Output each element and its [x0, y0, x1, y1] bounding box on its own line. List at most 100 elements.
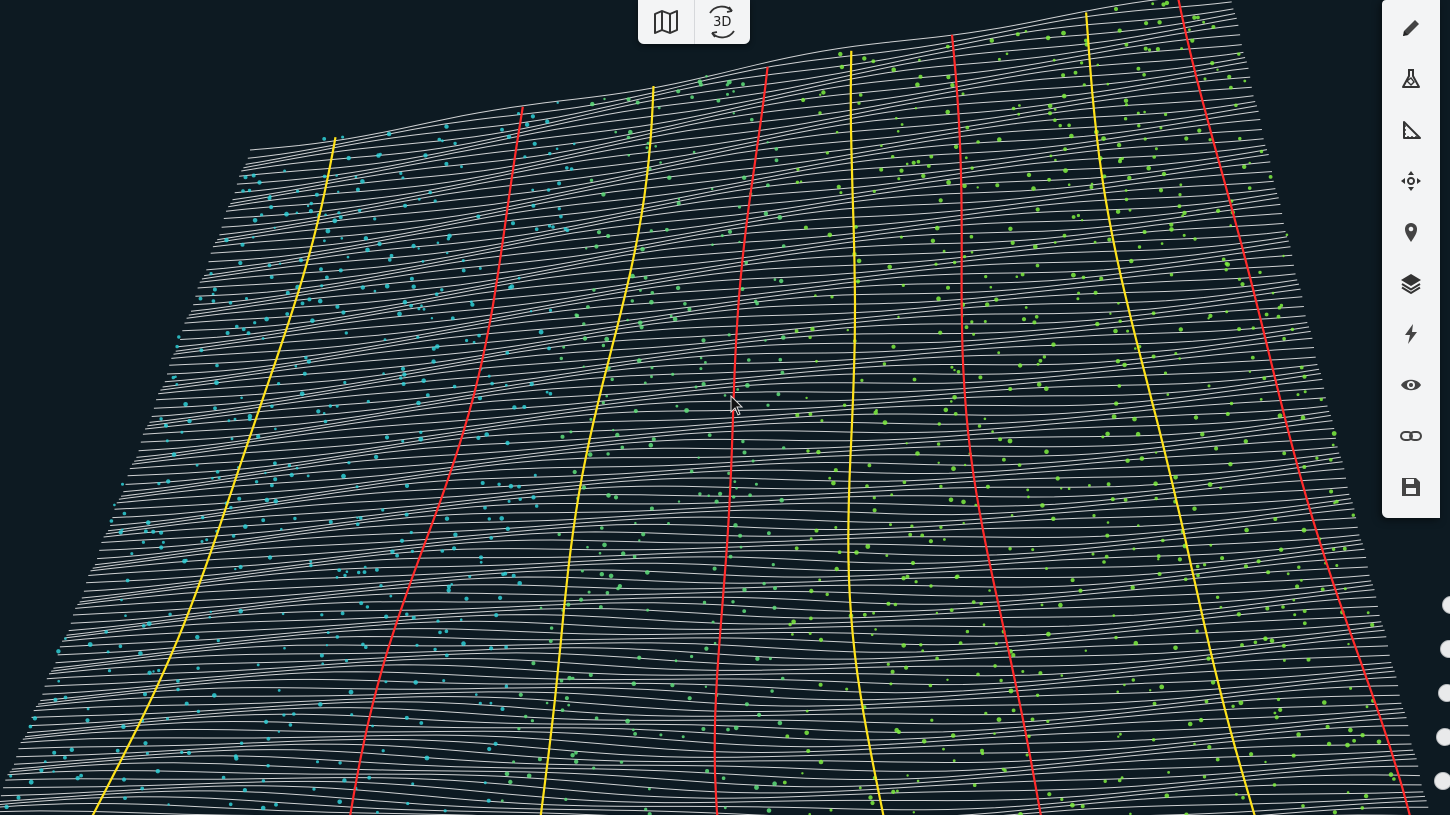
lidar-point: [1051, 342, 1056, 347]
lidar-point: [1243, 564, 1249, 569]
lidar-point: [781, 244, 786, 248]
lidar-point: [698, 492, 702, 496]
lidar-point: [373, 289, 377, 293]
marker-tool-button[interactable]: [1382, 206, 1440, 257]
lidar-point: [1134, 347, 1137, 350]
lidar-point: [401, 439, 405, 443]
lidar-point: [159, 530, 164, 535]
lidar-point: [402, 372, 407, 377]
lidar-point: [548, 151, 552, 156]
lidar-point: [1157, 20, 1162, 25]
lidar-point: [1268, 175, 1273, 179]
lidar-point: [211, 476, 214, 480]
lidar-point: [890, 669, 895, 674]
lidar-point: [1151, 738, 1156, 742]
lidar-point: [1017, 463, 1022, 467]
draw-tool-button[interactable]: [1382, 2, 1440, 53]
lidar-point: [201, 515, 205, 520]
lidar-point: [227, 419, 231, 423]
pan-tool-button[interactable]: [1382, 155, 1440, 206]
lidar-point: [306, 474, 310, 478]
lidar-point: [195, 463, 199, 467]
lidar-point: [417, 197, 421, 201]
lidar-point: [1080, 804, 1085, 809]
lidar-point: [164, 423, 167, 427]
lidar-point: [512, 760, 516, 764]
lidar-point: [1053, 108, 1057, 111]
lidar-point: [381, 749, 385, 753]
measure-tool-button[interactable]: [1382, 104, 1440, 155]
lidar-point: [64, 637, 67, 640]
lidar-point: [317, 298, 323, 304]
lidar-point: [1206, 656, 1211, 661]
3d-view-button[interactable]: 3D: [693, 0, 751, 44]
lidar-point: [337, 190, 340, 193]
lidar-point: [1331, 443, 1335, 447]
lidar-point: [1070, 578, 1075, 583]
lidar-point: [739, 545, 743, 549]
lidar-point: [273, 477, 278, 482]
contour-point-cloud-scene[interactable]: [0, 0, 1450, 815]
lidar-point: [233, 417, 237, 421]
lidar-point: [453, 141, 457, 146]
save-tool-button[interactable]: [1382, 461, 1440, 512]
lidar-point: [283, 169, 286, 173]
visibility-tool-button[interactable]: [1382, 359, 1440, 410]
lidar-point: [676, 89, 681, 94]
lidar-point: [212, 693, 217, 698]
lidar-point: [323, 419, 328, 424]
lidar-point: [928, 683, 933, 688]
lidar-point: [985, 302, 990, 307]
lidar-point: [1061, 30, 1066, 36]
lidar-point: [518, 497, 522, 501]
lidar-point: [328, 520, 333, 524]
action-tool-button[interactable]: [1382, 308, 1440, 359]
lidar-point: [231, 534, 236, 538]
lidar-point: [779, 278, 784, 284]
lidar-point: [1055, 476, 1060, 481]
map-view-button[interactable]: [638, 0, 694, 44]
lidar-point: [501, 572, 505, 577]
lidar-point: [1259, 149, 1264, 154]
lidar-point: [569, 430, 573, 434]
lidar-point: [309, 201, 313, 206]
3d-contour-viewport[interactable]: 3D: [0, 0, 1450, 815]
lidar-point: [560, 434, 565, 439]
lidar-point: [1195, 629, 1199, 633]
lidar-point: [399, 171, 403, 175]
layers-tool-button[interactable]: [1382, 257, 1440, 308]
lidar-point: [1117, 384, 1122, 388]
lidar-point: [1221, 257, 1226, 262]
lidar-point: [551, 225, 555, 229]
lidar-point: [479, 560, 483, 564]
pencil-icon: [1403, 19, 1419, 36]
lidar-point: [565, 166, 569, 170]
lidar-point: [701, 338, 706, 343]
lidar-point: [1047, 177, 1051, 182]
lidar-point: [650, 366, 654, 370]
lidar-point: [659, 733, 663, 737]
lidar-point: [862, 56, 867, 61]
lidar-point: [280, 527, 283, 531]
lidar-point: [1136, 66, 1141, 71]
lidar-point: [1299, 365, 1304, 370]
lidar-point: [606, 493, 611, 498]
lidar-point: [362, 570, 367, 574]
lidar-point: [919, 643, 923, 647]
lidar-point: [548, 639, 553, 643]
lidar-point: [657, 106, 661, 110]
lidar-point: [961, 92, 965, 96]
lidar-point: [997, 351, 1001, 355]
link-tool-button[interactable]: [1382, 410, 1440, 461]
volume-tool-button[interactable]: [1382, 53, 1440, 104]
lidar-point: [1346, 791, 1350, 794]
lidar-point: [579, 597, 584, 602]
lidar-point: [946, 180, 951, 185]
lidar-point: [887, 264, 892, 270]
lidar-point: [1331, 547, 1336, 551]
lidar-point: [1073, 70, 1078, 75]
lidar-point: [870, 800, 875, 806]
lidar-point: [723, 394, 727, 397]
lidar-point: [1192, 15, 1197, 20]
lidar-point: [1159, 684, 1165, 690]
